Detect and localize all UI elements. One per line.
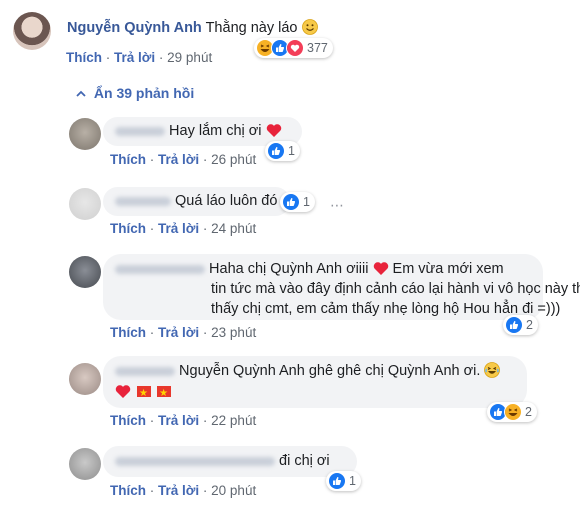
reply-button[interactable]: Trả lời [158, 413, 199, 428]
reaction-count: 1 [288, 144, 295, 158]
reply-3-reactions[interactable]: 2 [503, 315, 538, 335]
reaction-count: 2 [526, 318, 533, 332]
like-button[interactable]: Thích [110, 325, 146, 340]
reply-button[interactable]: Trả lời [158, 483, 199, 498]
reply-button[interactable]: Trả lời [158, 221, 199, 236]
reply-3-text-line1: Haha chị Quỳnh Anh ơiiii [209, 261, 369, 277]
reply-2-actions: Thích · Trả lời · 24 phút [110, 221, 257, 236]
reply-3-author[interactable] [115, 264, 205, 274]
reply-2-bubble: Quá láo luôn đó chị [103, 187, 300, 216]
avatar-reply-5[interactable] [69, 448, 101, 480]
avatar-reply-1[interactable] [69, 118, 101, 150]
main-comment-author[interactable]: Nguyễn Quỳnh Anh [67, 20, 202, 36]
reply-3-text-line1b: Em vừa mới xem [392, 261, 504, 277]
laughing-emoji [484, 362, 501, 379]
avatar-reply-4[interactable] [69, 363, 101, 395]
like-button[interactable]: Thích [110, 483, 146, 498]
love-icon [286, 39, 304, 57]
reply-4-actions: Thích · Trả lời · 22 phút [110, 413, 257, 428]
chevron-up-icon [76, 85, 86, 101]
avatar-reply-3[interactable] [69, 256, 101, 288]
comment-time[interactable]: 22 phút [211, 413, 256, 428]
reply-5-reactions[interactable]: 1 [326, 471, 361, 491]
reply-5-text: đi chị ơi [279, 453, 330, 469]
reply-3-actions: Thích · Trả lời · 23 phút [110, 325, 257, 340]
reply-4-author[interactable] [115, 366, 175, 376]
reply-button[interactable]: Trả lời [114, 50, 155, 65]
reply-5-author[interactable] [115, 456, 275, 466]
reaction-count: 1 [349, 474, 356, 488]
comment-time[interactable]: 20 phút [211, 483, 256, 498]
reply-5-bubble: đi chị ơi [103, 446, 357, 477]
like-icon [267, 142, 285, 160]
reply-2-author[interactable] [115, 196, 171, 206]
like-icon [328, 472, 346, 490]
more-options-icon[interactable]: ⋯ [330, 197, 345, 214]
reply-4-bubble: Nguyễn Quỳnh Anh ghê ghê chị Quỳnh Anh ơ… [103, 356, 527, 408]
reaction-count: 377 [307, 41, 328, 55]
avatar-reply-2[interactable] [69, 188, 101, 220]
reply-button[interactable]: Trả lời [158, 152, 199, 167]
vietnam-flag-icon [157, 383, 172, 404]
comment-time[interactable]: 29 phút [167, 50, 212, 65]
reply-4-reactions[interactable]: 2 [487, 402, 537, 422]
reply-button[interactable]: Trả lời [158, 325, 199, 340]
smile-emoji [301, 19, 318, 36]
hide-replies-toggle[interactable]: Ẩn 39 phản hồi [76, 85, 194, 101]
heart-emoji [115, 384, 131, 400]
reaction-count: 2 [525, 405, 532, 419]
like-button[interactable]: Thích [110, 413, 146, 428]
heart-emoji [266, 123, 282, 139]
main-comment-text: Thằng này láo [205, 20, 298, 36]
heart-emoji [373, 261, 389, 277]
comment-time[interactable]: 24 phút [211, 221, 256, 236]
hide-replies-label: Ẩn 39 phản hồi [93, 85, 195, 101]
avatar-main-commenter[interactable] [13, 12, 51, 50]
haha-icon [504, 403, 522, 421]
like-button[interactable]: Thích [110, 152, 146, 167]
like-icon [505, 316, 523, 334]
comment-time[interactable]: 23 phút [211, 325, 256, 340]
comment-time[interactable]: 26 phút [211, 152, 256, 167]
reply-1-actions: Thích · Trả lời · 26 phút [110, 152, 257, 167]
vietnam-flag-icon [137, 383, 152, 404]
reply-3-text-line2: tin tức mà vào đây định cảnh cáo lại hàn… [211, 281, 580, 297]
reply-3-bubble: Haha chị Quỳnh Anh ơiiii Em vừa mới xem … [103, 254, 580, 320]
reply-4-text: Nguyễn Quỳnh Anh ghê ghê chị Quỳnh Anh ơ… [179, 363, 481, 379]
like-button[interactable]: Thích [66, 50, 102, 65]
like-button[interactable]: Thích [110, 221, 146, 236]
reply-2-reactions[interactable]: 1 [280, 192, 315, 212]
main-comment-actions: Thích · Trả lời · 29 phút [66, 50, 213, 65]
reaction-count: 1 [303, 195, 310, 209]
like-icon [282, 193, 300, 211]
reply-5-actions: Thích · Trả lời · 20 phút [110, 483, 257, 498]
reply-1-reactions[interactable]: 1 [265, 141, 300, 161]
reply-1-author[interactable] [115, 126, 165, 136]
reply-1-text: Hay lắm chị ơi [169, 123, 262, 139]
main-reactions[interactable]: 377 [254, 38, 333, 58]
reply-3-text-line3: thấy chị cmt, em cảm thấy nhẹ lòng hộ Ho… [211, 301, 561, 317]
